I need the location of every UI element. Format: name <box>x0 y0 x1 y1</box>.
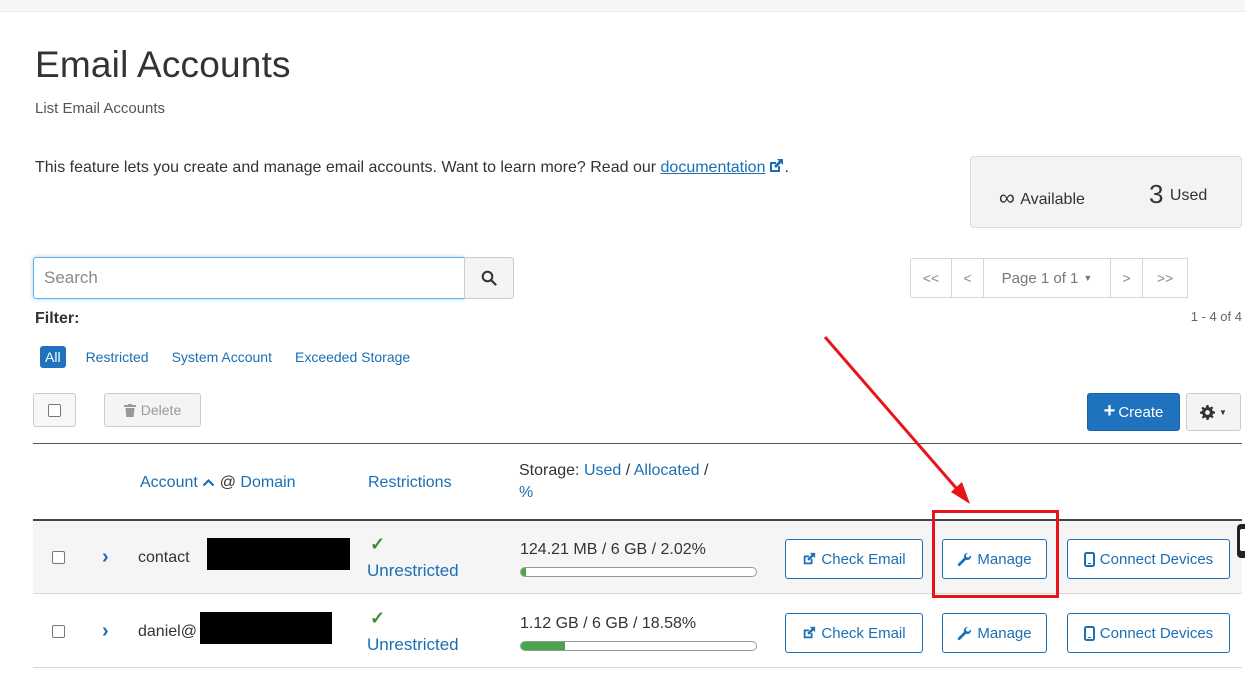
caret-down-icon: ▼ <box>1219 407 1227 417</box>
available-stat: ∞ Available <box>999 185 1085 211</box>
account-name: daniel@ <box>138 623 197 640</box>
used-stat: 3 Used <box>1149 179 1207 210</box>
filter-exceeded-storage[interactable]: Exceeded Storage <box>295 349 410 365</box>
redaction-block <box>200 612 332 644</box>
sort-domain[interactable]: Domain <box>240 474 295 491</box>
wrench-icon <box>958 626 972 640</box>
sort-asc-icon <box>202 474 215 491</box>
check-email-label: Check Email <box>821 550 906 568</box>
mobile-icon <box>1083 551 1095 567</box>
sort-allocated[interactable]: Allocated <box>634 462 700 479</box>
gear-icon <box>1200 404 1216 420</box>
side-edge-widget[interactable] <box>1237 524 1245 558</box>
search-group <box>33 257 514 299</box>
chevron-right-icon[interactable]: › <box>102 546 109 569</box>
storage-progress-bar <box>520 567 757 577</box>
external-link-icon <box>804 626 816 639</box>
storage-usage: 124.21 MB / 6 GB / 2.02% <box>520 541 706 558</box>
search-icon <box>481 270 497 286</box>
check-email-button[interactable]: Check Email <box>785 613 923 653</box>
filter-restricted[interactable]: Restricted <box>86 349 149 365</box>
delete-label: Delete <box>140 402 182 418</box>
last-page-button[interactable]: >> <box>1142 258 1188 298</box>
create-label: Create <box>1118 403 1164 421</box>
account-stats-panel: ∞ Available 3 Used <box>970 156 1242 228</box>
table-row: › contact ✓ Unrestricted 124.21 MB / 6 G… <box>33 521 1242 594</box>
top-bar <box>0 0 1245 12</box>
external-link-icon <box>768 158 784 179</box>
intro-sentence: This feature lets you create and manage … <box>35 159 661 176</box>
connect-devices-button[interactable]: Connect Devices <box>1067 539 1230 579</box>
sort-account[interactable]: Account <box>140 474 198 491</box>
create-button[interactable]: + Create <box>1087 393 1180 431</box>
table-row: › daniel@ ✓ Unrestricted 1.12 GB / 6 GB … <box>33 595 1242 668</box>
restriction-status[interactable]: Unrestricted <box>367 635 459 655</box>
page-subtitle: List Email Accounts <box>35 100 166 117</box>
redaction-block <box>207 538 350 570</box>
manage-button[interactable]: Manage <box>942 613 1047 653</box>
external-link-icon <box>804 552 816 565</box>
column-header-restrictions[interactable]: Restrictions <box>368 474 452 492</box>
result-range: 1 - 4 of 4 <box>1190 309 1242 324</box>
wrench-icon <box>958 552 972 566</box>
storage-progress-fill <box>521 642 565 650</box>
account-name: contact <box>138 549 190 566</box>
delete-button[interactable]: Delete <box>104 393 201 427</box>
row-checkbox[interactable] <box>52 551 65 564</box>
at-separator: @ <box>215 474 241 491</box>
storage-usage: 1.12 GB / 6 GB / 18.58% <box>520 615 697 632</box>
intro-tail: . <box>784 159 789 176</box>
page-label: Page 1 of 1 <box>1001 269 1079 287</box>
chevron-right-icon[interactable]: › <box>102 620 109 643</box>
connect-devices-label: Connect Devices <box>1099 624 1214 642</box>
restriction-status[interactable]: Unrestricted <box>367 561 459 581</box>
search-input[interactable] <box>33 257 465 299</box>
connect-devices-label: Connect Devices <box>1099 550 1214 568</box>
row-checkbox[interactable] <box>52 625 65 638</box>
connect-devices-button[interactable]: Connect Devices <box>1067 613 1230 653</box>
check-email-label: Check Email <box>821 624 906 642</box>
checkmark-icon: ✓ <box>370 534 386 554</box>
mobile-icon <box>1083 625 1095 641</box>
settings-dropdown-button[interactable]: ▼ <box>1186 393 1241 431</box>
checkbox <box>48 403 61 417</box>
column-header-account[interactable]: Account @ Domain <box>140 474 296 492</box>
infinity-icon: ∞ <box>999 185 1015 210</box>
page-title: Email Accounts <box>35 44 291 85</box>
checkmark-icon: ✓ <box>370 608 386 628</box>
used-count: 3 <box>1149 179 1164 209</box>
manage-button[interactable]: Manage <box>942 539 1047 579</box>
sort-used[interactable]: Used <box>584 462 621 479</box>
storage-progress-bar <box>520 641 757 651</box>
filter-options: All Restricted System Account Exceeded S… <box>40 346 410 368</box>
manage-label: Manage <box>977 550 1032 568</box>
trash-icon <box>123 403 136 417</box>
search-button[interactable] <box>464 257 514 299</box>
intro-text: This feature lets you create and manage … <box>35 158 789 179</box>
storage-sep-2: / <box>699 462 709 479</box>
next-page-button[interactable]: > <box>1110 258 1143 298</box>
storage-sep-1: / <box>621 462 634 479</box>
storage-prefix: Storage: <box>519 462 584 479</box>
documentation-link[interactable]: documentation <box>661 159 766 176</box>
select-all-checkbox[interactable] <box>33 393 76 427</box>
plus-icon: + <box>1103 399 1116 422</box>
first-page-button[interactable]: << <box>910 258 952 298</box>
manage-label: Manage <box>977 624 1032 642</box>
storage-progress-fill <box>521 568 526 576</box>
sort-percent[interactable]: % <box>519 484 533 501</box>
used-label: Used <box>1169 187 1208 204</box>
filter-label: Filter: <box>35 310 80 327</box>
pagination: << < Page 1 of 1 ▼ > >> <box>910 258 1188 298</box>
check-email-button[interactable]: Check Email <box>785 539 923 579</box>
page-select[interactable]: Page 1 of 1 ▼ <box>983 258 1111 298</box>
filter-all[interactable]: All <box>40 346 66 368</box>
table-top-border <box>33 443 1242 444</box>
caret-down-icon: ▼ <box>1083 273 1093 283</box>
column-header-storage: Storage: Used / Allocated / % <box>519 460 779 504</box>
available-label: Available <box>1020 191 1085 208</box>
prev-page-button[interactable]: < <box>951 258 984 298</box>
filter-system-account[interactable]: System Account <box>172 349 272 365</box>
